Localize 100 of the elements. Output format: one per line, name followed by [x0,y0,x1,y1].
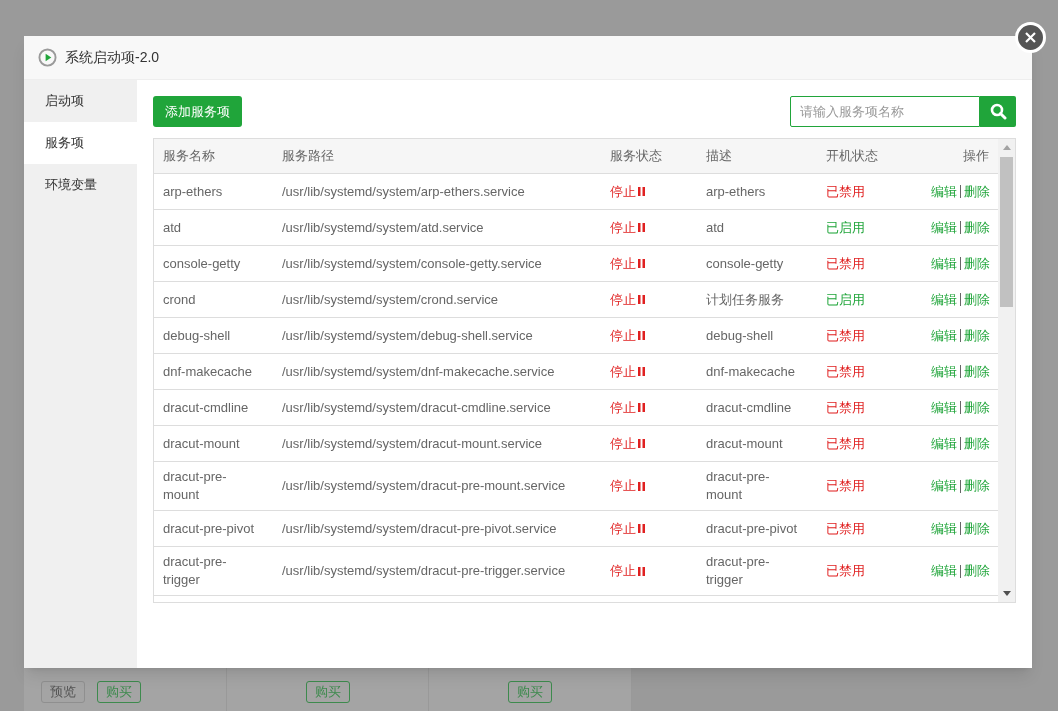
pause-icon [638,295,645,304]
boot-status: 已禁用 [826,399,865,415]
table-cell: dracut-pre-pivot [163,520,255,536]
boot-status: 已禁用 [826,478,865,494]
column-header: 描述 [706,148,732,164]
boot-status: 已禁用 [826,255,865,271]
delete-link[interactable]: 删除 [964,181,990,202]
column-header: 开机状态 [826,148,878,164]
scrollbar[interactable] [998,139,1015,602]
status-text: 停止 [610,562,636,581]
table-cell: dnf-makecache [163,363,252,379]
table-cell: dracut-mount [706,435,783,451]
boot-status: 已禁用 [826,563,865,579]
edit-link[interactable]: 编辑 [931,433,957,454]
table-cell: arp-ethers [706,183,766,199]
pause-icon [638,223,645,232]
table-cell: dracut-pre-pivot [706,520,798,536]
table-cell: /usr/lib/systemd/system/crond.service [282,291,498,307]
delete-link[interactable]: 删除 [964,518,990,539]
pause-icon [638,403,645,412]
table-cell: /usr/lib/systemd/system/debug-shell.service [282,327,533,343]
delete-link[interactable]: 删除 [964,476,990,496]
status-text: 停止 [610,326,636,345]
edit-link[interactable]: 编辑 [931,361,957,382]
delete-link[interactable]: 删除 [964,217,990,238]
preview-button[interactable]: 预览 [41,681,85,703]
column-header: 服务状态 [610,148,662,164]
table-cell: 计划任务服务 [706,291,784,307]
column-header: 操作 [963,148,989,164]
table-cell: debug-shell [163,327,231,343]
buy-button[interactable]: 购买 [97,681,141,703]
table-cell: dracut-mount [163,435,240,451]
table-cell: arp-ethers [163,183,223,199]
delete-link[interactable]: 删除 [964,361,990,382]
status-text: 停止 [610,362,636,381]
status-text: 停止 [610,477,636,496]
status-text: 停止 [610,519,636,538]
table-cell: /usr/lib/systemd/system/dracut-pre-trigger.service [282,563,566,578]
pause-icon [638,367,645,376]
add-service-button[interactable]: 添加服务项 [153,96,242,127]
table-cell: crond [163,291,196,307]
boot-status: 已禁用 [826,327,865,343]
table-cell: /usr/lib/systemd/system/dracut-pre-pivot.service [282,520,557,536]
pause-icon [638,524,645,533]
table-cell: dracut-pre-mount [706,469,770,502]
sidebar-tab[interactable]: 启动项 [24,80,137,122]
pause-icon [638,259,645,268]
scroll-down-icon[interactable] [1002,591,1011,596]
status-text: 停止 [610,254,636,273]
scroll-up-icon[interactable] [1002,145,1011,150]
edit-link[interactable]: 编辑 [931,397,957,418]
close-icon [1025,32,1036,43]
boot-status: 已禁用 [826,183,865,199]
boot-status: 已禁用 [826,520,865,536]
search-button[interactable] [980,96,1016,127]
edit-link[interactable]: 编辑 [931,561,957,581]
pause-icon [638,481,645,491]
edit-link[interactable]: 编辑 [931,325,957,346]
edit-link[interactable]: 编辑 [931,518,957,539]
edit-link[interactable]: 编辑 [931,289,957,310]
pause-icon [638,331,645,340]
column-header: 服务路径 [282,148,334,164]
delete-link[interactable]: 删除 [964,561,990,581]
edit-link[interactable]: 编辑 [931,181,957,202]
table-cell: /usr/lib/systemd/system/dnf-makecache.service [282,363,555,379]
table-cell: /usr/lib/systemd/system/atd.service [282,219,484,235]
buy-button[interactable]: 购买 [305,681,350,703]
table-cell: /usr/lib/systemd/system/dracut-cmdline.service [282,399,551,415]
table-cell: dracut-cmdline [706,399,792,415]
table-cell: /usr/lib/systemd/system/console-getty.service [282,255,542,271]
table-cell: dracut-pre-mount [163,469,227,502]
table-cell: /usr/lib/systemd/system/arp-ethers.service [282,183,525,199]
buy-button[interactable]: 购买 [508,681,553,703]
status-text: 停止 [610,290,636,309]
window-title: 系统启动项-2.0 [65,48,160,67]
edit-link[interactable]: 编辑 [931,217,957,238]
status-text: 停止 [610,182,636,201]
status-text: 停止 [610,434,636,453]
delete-link[interactable]: 删除 [964,433,990,454]
edit-link[interactable]: 编辑 [931,476,957,496]
table-cell: /usr/lib/systemd/system/dracut-mount.service [282,435,543,451]
table-cell: dracut-pre-trigger [706,554,770,587]
table-cell: atd [706,219,725,235]
scrollbar-thumb[interactable] [1000,157,1013,307]
play-circle-icon [38,48,57,67]
pause-icon [638,187,645,196]
sidebar-tab[interactable]: 服务项 [24,122,137,164]
delete-link[interactable]: 删除 [964,253,990,274]
table-cell: debug-shell [706,327,774,343]
close-button[interactable] [1015,22,1046,53]
table-cell: /usr/lib/systemd/system/dracut-pre-mount.service [282,478,566,493]
sidebar-tab[interactable]: 环境变量 [24,164,137,206]
search-field[interactable]: 请输入服务项名称 [790,96,980,127]
delete-link[interactable]: 删除 [964,289,990,310]
boot-status: 已启用 [826,219,865,235]
delete-link[interactable]: 删除 [964,325,990,346]
delete-link[interactable]: 删除 [964,397,990,418]
table-cell: console-getty [706,255,784,271]
edit-link[interactable]: 编辑 [931,253,957,274]
table-cell: dnf-makecache [706,363,795,379]
